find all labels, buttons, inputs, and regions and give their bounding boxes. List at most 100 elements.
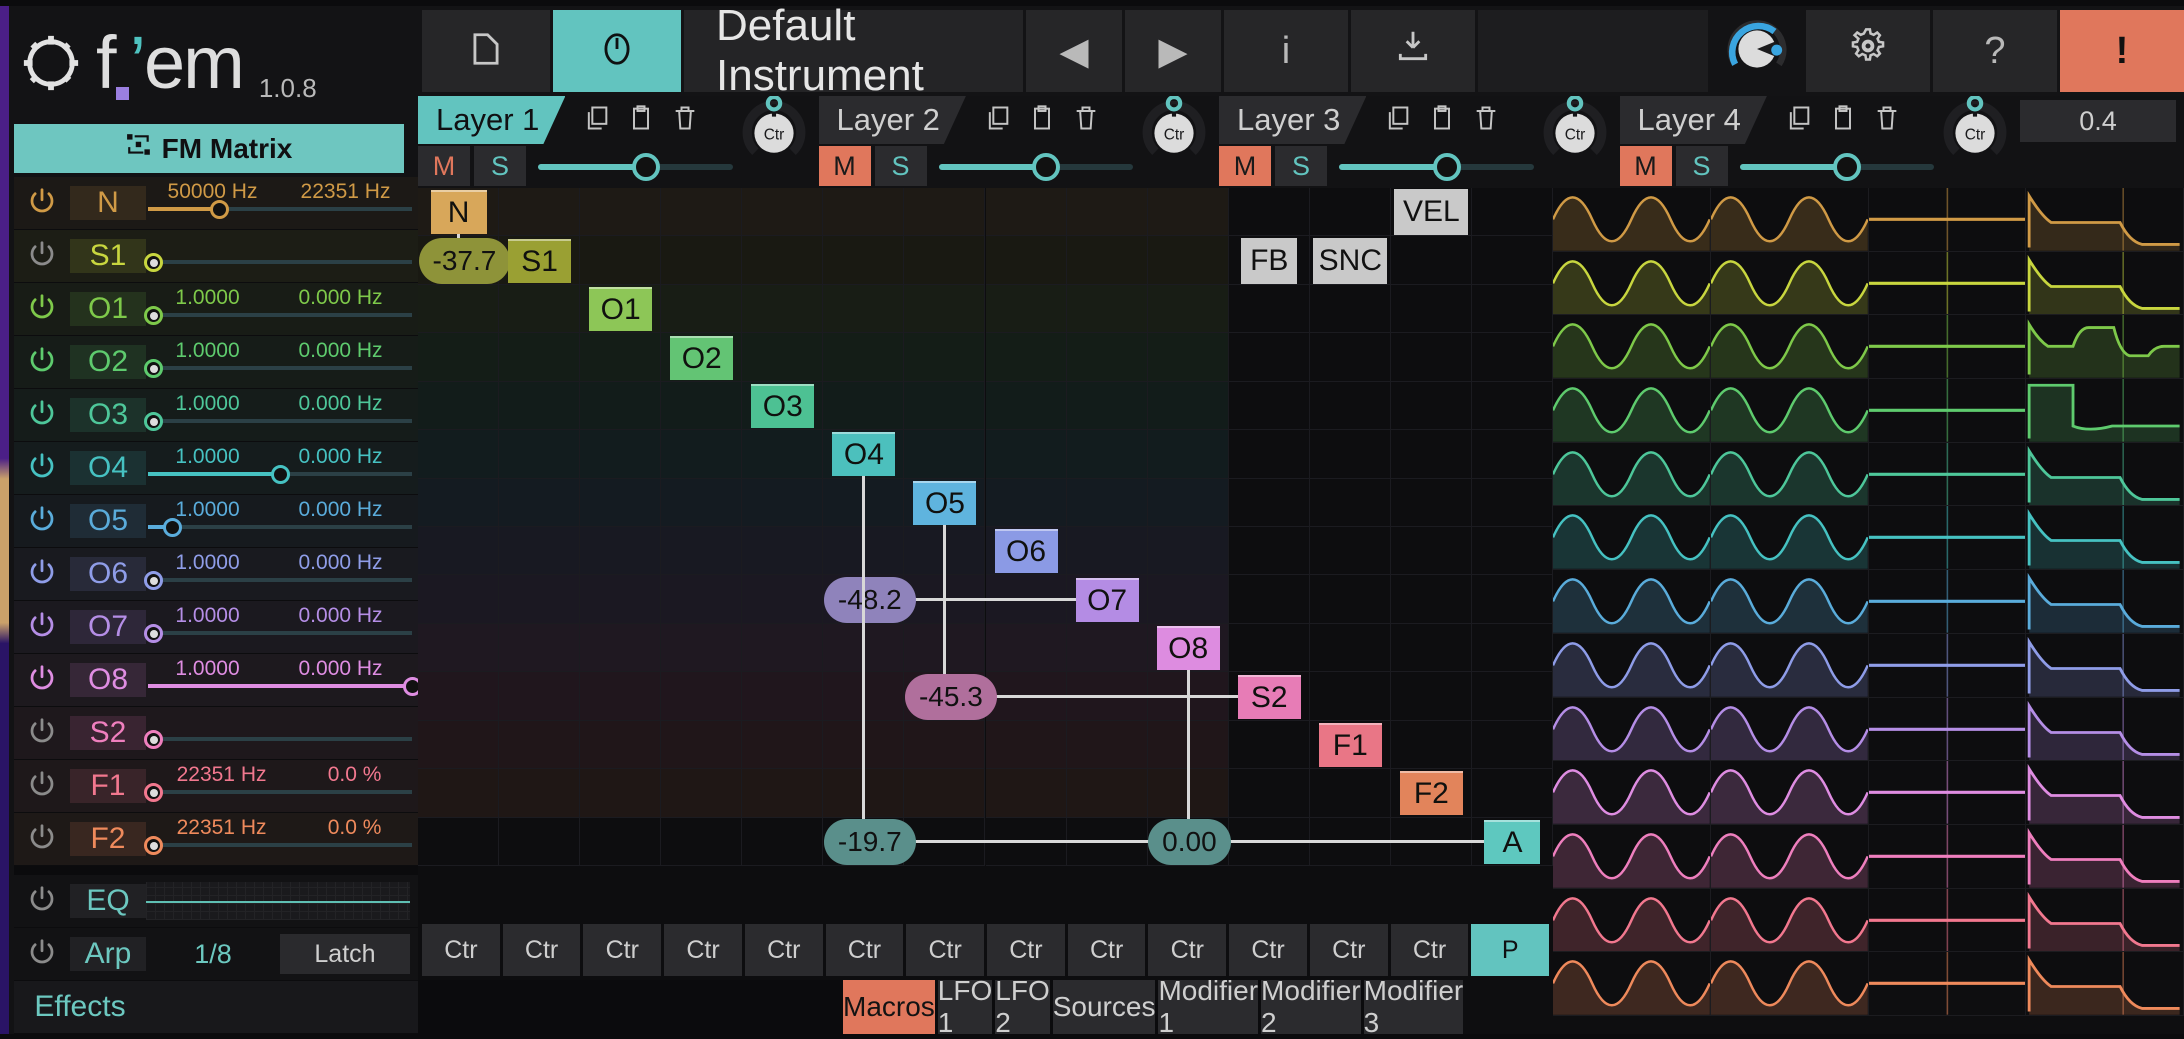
matrix-cell[interactable] [1471,430,1553,479]
matrix-ctr-button[interactable]: Ctr [1390,924,1469,976]
matrix-cell[interactable] [1390,623,1472,673]
power-toggle-arp[interactable] [14,937,70,972]
settings-button[interactable] [1806,10,1930,92]
matrix-cell[interactable] [418,430,500,479]
slider-knob[interactable] [210,200,230,219]
master-volume-knob[interactable] [1711,10,1803,92]
trash-icon[interactable] [671,103,699,138]
layer-tab-3[interactable]: Layer 3 [1219,96,1366,144]
paste-icon[interactable] [1428,103,1456,138]
slider-knob[interactable] [1833,153,1862,181]
wave-level[interactable] [1868,633,2027,697]
matrix-cell[interactable] [418,769,500,818]
wave-level[interactable] [1868,888,2027,952]
power-toggle-o4[interactable] [14,451,70,486]
matrix-connection-value[interactable]: -48.2 [823,576,916,623]
power-toggle-n[interactable] [14,186,70,221]
matrix-cell[interactable] [742,527,824,576]
operator-slider[interactable] [148,677,422,696]
matrix-cell[interactable] [742,478,824,527]
matrix-cell[interactable] [418,672,500,721]
matrix-cell[interactable] [1066,527,1148,576]
matrix-cell[interactable] [580,817,662,866]
matrix-cell[interactable] [1066,236,1148,285]
wave-shape-a[interactable] [1553,570,1711,633]
matrix-cell[interactable] [1390,284,1472,334]
matrix-cell[interactable] [580,527,662,576]
matrix-cell[interactable] [742,236,824,285]
fm-matrix-grid[interactable]: -37.7 -48.2 -45.3 -19.7 0.00 N S1 O1 O2 O3 O4 O5 O6 O… [418,188,1553,980]
operator-row-s2[interactable]: S2 [14,707,418,760]
instrument-name[interactable]: Default Instrument [684,1,1023,100]
matrix-cell[interactable] [1390,236,1472,285]
slider-knob[interactable] [144,571,164,590]
layer-mute-button[interactable]: M [1219,146,1271,186]
slider-knob[interactable] [144,783,164,802]
matrix-toggle-vel[interactable]: VEL [1394,189,1469,236]
wave-envelope[interactable] [2026,251,2184,315]
matrix-toggle-fb[interactable]: FB [1241,237,1298,284]
matrix-cell[interactable] [499,381,581,431]
wave-envelope[interactable] [2026,761,2184,824]
matrix-cell[interactable] [1147,478,1229,527]
layer-1[interactable]: Layer 1 Ctr M S [418,94,819,188]
matrix-cell[interactable] [823,333,905,382]
slider-knob[interactable] [271,465,290,484]
tab-modifier-3[interactable]: Modifier 3 [1363,975,1464,1038]
matrix-cell[interactable] [1309,188,1391,237]
panic-button[interactable]: ! [2060,10,2184,92]
slider-knob[interactable] [144,306,164,325]
matrix-cell[interactable] [1471,720,1553,770]
operator-row-o5[interactable]: O5 1.0000 0.000 Hz [14,495,418,548]
slider-knob[interactable] [144,359,164,378]
info-button[interactable]: i [1224,10,1348,92]
layer-tab-2[interactable]: Layer 2 [819,96,966,144]
matrix-cell[interactable] [1471,527,1553,576]
matrix-cell[interactable] [904,769,986,818]
matrix-cell[interactable] [823,236,905,285]
file-browser-button[interactable] [422,10,550,92]
matrix-cell[interactable] [1147,430,1229,479]
preset-browser-button[interactable] [553,10,681,92]
matrix-connection-value[interactable]: -19.7 [823,818,916,865]
layer-solo-button[interactable]: S [1275,146,1327,186]
matrix-cell[interactable] [499,188,581,237]
master-level-meter[interactable] [1478,10,1708,92]
wave-level[interactable] [1868,251,2027,315]
layer-level-slider[interactable] [1732,146,1943,186]
layer-mute-button[interactable]: M [418,146,470,186]
matrix-ctr-button[interactable]: Ctr [583,924,662,976]
wave-level[interactable] [1868,824,2027,888]
paste-icon[interactable] [1028,103,1056,138]
power-toggle-eq[interactable] [14,884,70,919]
matrix-cell[interactable] [499,527,581,576]
matrix-cell[interactable] [661,769,743,818]
wave-shape-b[interactable] [1710,824,1869,888]
layer-level-slider[interactable] [931,146,1142,186]
wave-shape-b[interactable] [1710,570,1869,633]
wave-envelope[interactable] [2026,379,2184,442]
slider-knob[interactable] [144,836,164,855]
matrix-cell[interactable] [742,575,824,624]
matrix-connection-value[interactable]: -45.3 [904,673,997,720]
copy-icon[interactable] [984,103,1012,138]
matrix-cell[interactable] [418,720,500,770]
slider-knob[interactable] [144,253,164,272]
layer-3[interactable]: Layer 3 Ctr M S [1219,94,1620,188]
layer-value-box[interactable]: 0.4 [2020,100,2176,142]
operator-slider[interactable] [148,200,412,219]
wave-envelope[interactable] [2026,188,2184,251]
matrix-cell[interactable] [1066,333,1148,382]
matrix-cell[interactable] [418,478,500,527]
matrix-cell[interactable] [1390,575,1472,624]
matrix-cell[interactable] [580,478,662,527]
matrix-cell[interactable] [904,333,986,382]
matrix-cell[interactable] [1309,575,1391,624]
matrix-cell[interactable] [1471,188,1553,237]
wave-level[interactable] [1868,379,2027,442]
matrix-cell[interactable] [1066,720,1148,770]
operator-row-o1[interactable]: O1 1.0000 0.000 Hz [14,283,418,336]
layer-solo-button[interactable]: S [474,146,526,186]
matrix-toggle-snc[interactable]: SNC [1313,237,1388,284]
matrix-cell[interactable] [1147,527,1229,576]
